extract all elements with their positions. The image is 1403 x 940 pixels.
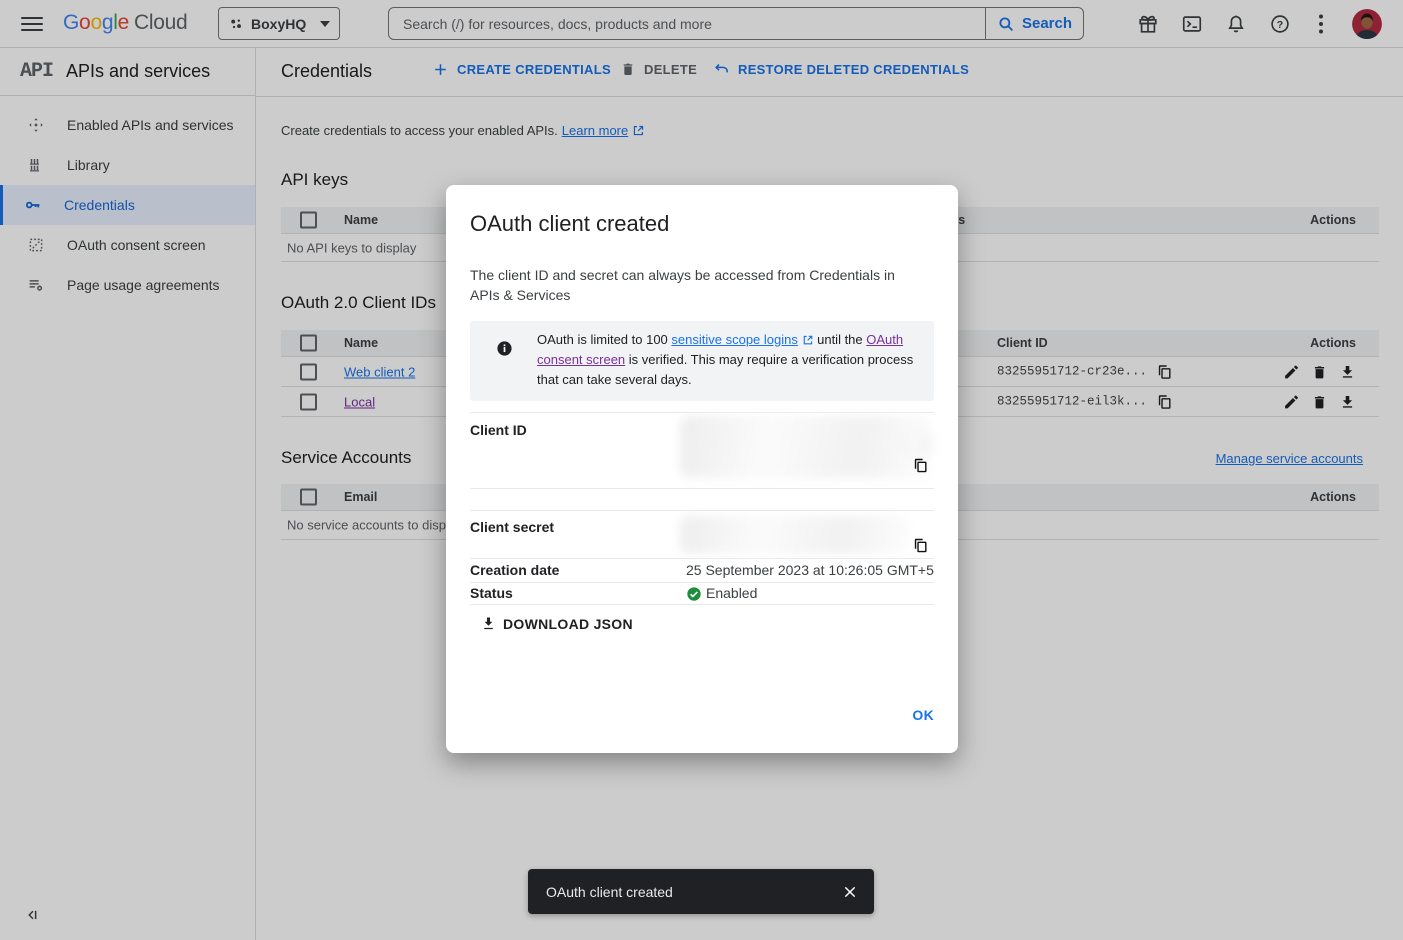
creation-date-value: 25 September 2023 at 10:26:05 GMT+5 — [686, 562, 934, 578]
client-secret-row: Client secret — [470, 510, 934, 559]
client-id-label: Client ID — [470, 422, 527, 438]
toast-message: OAuth client created — [544, 884, 842, 900]
ok-button[interactable]: OK — [912, 707, 934, 723]
info-icon — [496, 340, 513, 357]
check-circle-icon — [686, 586, 702, 602]
client-id-redacted-value — [904, 435, 934, 455]
client-id-redacted-value — [680, 416, 932, 478]
sensitive-scopes-link[interactable]: sensitive scope logins — [671, 332, 797, 347]
status-row: Status Enabled — [470, 583, 934, 605]
download-icon — [480, 615, 497, 632]
toast-snackbar: OAuth client created — [528, 869, 874, 914]
external-link-icon — [802, 334, 814, 346]
creation-date-row: Creation date 25 September 2023 at 10:26… — [470, 559, 934, 583]
info-text: OAuth is limited to 100 sensitive scope … — [537, 330, 916, 390]
client-id-row: Client ID — [470, 412, 934, 489]
status-label: Status — [470, 585, 513, 601]
copy-icon[interactable] — [912, 457, 929, 474]
oauth-created-dialog: OAuth client created The client ID and s… — [446, 185, 958, 753]
status-value: Enabled — [706, 585, 757, 601]
client-secret-label: Client secret — [470, 519, 554, 535]
download-json-button[interactable]: DOWNLOAD JSON — [480, 615, 633, 632]
info-banner: OAuth is limited to 100 sensitive scope … — [470, 321, 934, 401]
dialog-title: OAuth client created — [470, 211, 669, 237]
creation-date-label: Creation date — [470, 562, 559, 578]
dialog-description: The client ID and secret can always be a… — [470, 265, 910, 305]
close-icon[interactable] — [842, 884, 858, 900]
client-secret-redacted-value — [680, 516, 910, 554]
copy-icon[interactable] — [912, 537, 929, 554]
